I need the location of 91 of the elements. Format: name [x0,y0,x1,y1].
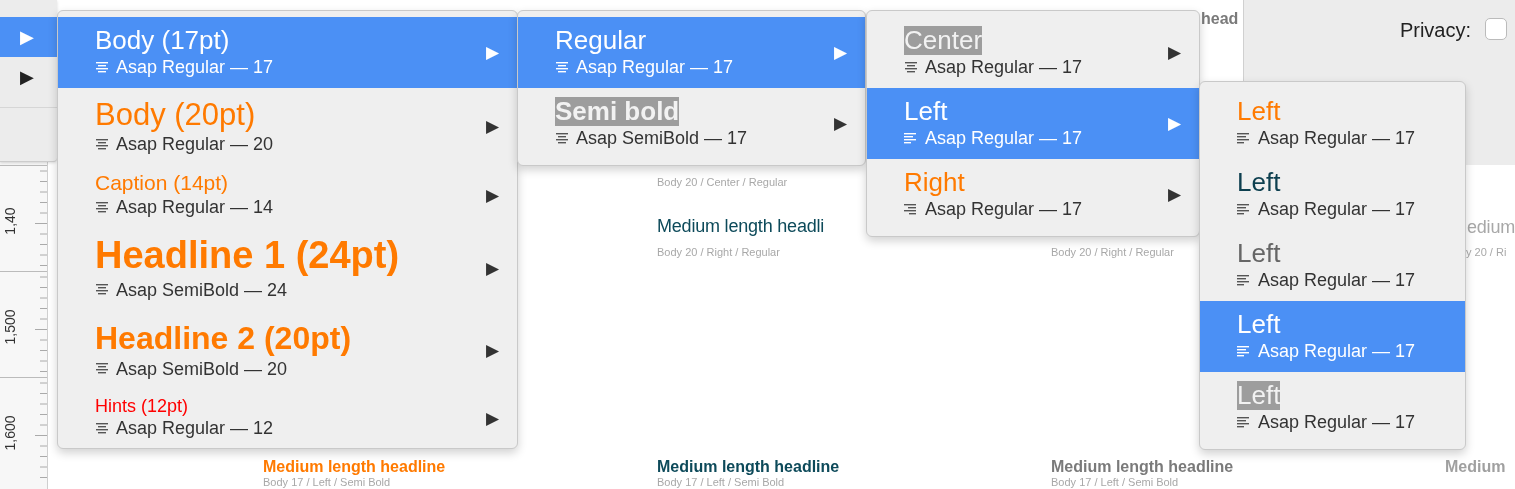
submenu-arrow: ▶ [486,340,499,361]
submenu-arrow: ▶ [486,116,499,137]
align-right-icon [904,203,918,215]
canvas-text: Medium [1445,458,1506,476]
ruler-label: 1,40 [2,207,18,235]
canvas-text: Body 17 / Left / Semi Bold [657,476,785,488]
panel-row[interactable]: ▶ [0,57,57,97]
menu-item[interactable]: Semi bold Asap SemiBold — 17 ▶ [518,88,865,159]
canvas-text: head [1201,10,1239,28]
font-label: Asap Regular — 14 [116,196,274,220]
font-label: Asap Regular — 17 [1258,198,1416,222]
font-label: Asap Regular — 17 [116,56,274,80]
menu-item[interactable]: Left Asap Regular — 17 [1200,372,1465,443]
font-label: Asap Regular — 17 [1258,269,1416,293]
submenu-arrow: ▶ [486,257,499,279]
align-left-icon [1237,416,1251,428]
font-label: Asap Regular — 20 [116,133,274,157]
align-left-icon [1237,345,1251,357]
submenu-arrow: ▶ [834,42,847,63]
canvas-text: Medium length headline [1051,458,1234,476]
ruler-label: 1,500 [2,309,18,345]
submenu-arrow: ▶ [486,42,499,63]
style-name: Right [904,167,965,198]
canvas-text: Medium length headline [657,458,840,476]
style-name: Left [904,96,948,127]
style-name: Left [1237,167,1281,198]
font-label: Asap Regular — 17 [925,198,1083,222]
menu-item[interactable]: Caption (14pt) Asap Regular — 14 ▶ [58,165,517,225]
font-label: Asap SemiBold — 17 [576,127,748,151]
font-label: Asap Regular — 17 [1258,340,1416,364]
align-center-icon [904,61,918,73]
menu-item[interactable]: Left Asap Regular — 17 [1200,88,1465,159]
canvas-text: Body 20 / Right / Regular [657,246,780,258]
style-name: Body (17pt) [95,25,230,56]
submenu-arrow: ▶ [1168,42,1181,63]
canvas-text: Body 17 / Left / Semi Bold [263,476,391,488]
style-name: Left [1237,380,1281,411]
style-name: Center [904,25,983,56]
align-left-icon [1237,132,1251,144]
menu-item[interactable]: Body (20pt) Asap Regular — 20 ▶ [58,88,517,165]
font-label: Asap Regular — 12 [116,417,274,441]
font-label: Asap Regular — 17 [576,56,734,80]
font-label: Asap SemiBold — 24 [116,278,288,302]
menu-item[interactable]: Left Asap Regular — 17 [1200,230,1465,301]
menu-item[interactable]: Left Asap Regular — 17 [1200,159,1465,230]
submenu-arrow: ▶ [834,113,847,134]
align-center-icon [95,61,109,73]
menu-item[interactable]: Right Asap Regular — 17 ▶ [867,159,1199,230]
style-name: Left [1237,96,1281,127]
ruler-label: 1,600 [2,415,18,451]
canvas-text: Body 17 / Left / Semi Bold [1051,476,1179,488]
align-left-icon [904,132,918,144]
submenu-arrow: ▶ [486,407,499,429]
font-label: Asap SemiBold — 20 [116,357,288,381]
font-label: Asap Regular — 17 [925,127,1083,151]
privacy-label: Privacy: [1399,18,1471,42]
privacy-checkbox[interactable] [1485,18,1507,40]
menu-item[interactable]: Headline 1 (24pt) Asap SemiBold — 24 ▶ [58,225,517,311]
style-name: Body (20pt) [95,96,256,133]
canvas-text: Body 20 / Center / Regular [657,176,788,188]
style-name: Hints (12pt) [95,395,189,417]
font-label: Asap Regular — 17 [925,56,1083,80]
submenu-arrow: ▶ [1168,113,1181,134]
style-name: Headline 2 (20pt) [95,320,352,357]
style-name: Caption (14pt) [95,170,229,196]
align-center-icon [95,422,109,434]
style-name: Headline 1 (24pt) [95,234,400,278]
align-center-icon [555,132,569,144]
menu-item[interactable]: Headline 2 (20pt) Asap SemiBold — 20 ▶ [58,311,517,390]
style-name: Semi bold [555,96,680,127]
canvas-text: Medium length headline [263,458,446,476]
align-center-icon [95,363,109,375]
align-center-icon [95,138,109,150]
submenu-arrow: ▶ [1168,184,1181,205]
font-label: Asap Regular — 17 [1258,411,1416,435]
canvas-text: Body 20 / Right / Regular [1051,246,1174,258]
menu-item[interactable]: Hints (12pt) Asap Regular — 12 ▶ [58,390,517,446]
align-center-icon [95,284,109,296]
align-left-icon [1237,203,1251,215]
align-center-icon [555,61,569,73]
font-label: Asap Regular — 17 [1258,127,1416,151]
canvas-text: Medium length headli [657,216,825,237]
style-name: Left [1237,238,1281,269]
submenu-arrow: ▶ [486,184,499,206]
style-name: Regular [555,25,647,56]
canvas-text: edium [1467,217,1515,238]
canvas-text: y 20 / Ri [1466,246,1507,258]
align-left-icon [1237,274,1251,286]
menu-item[interactable]: Center Asap Regular — 17 ▶ [867,17,1199,88]
style-name: Left [1237,309,1281,340]
align-center-icon [95,201,109,213]
